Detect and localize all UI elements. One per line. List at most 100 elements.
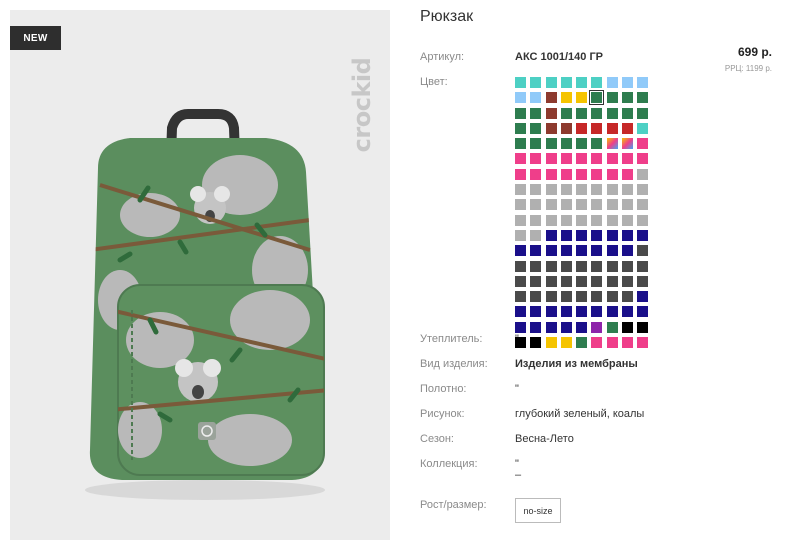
color-swatch[interactable]	[515, 214, 526, 226]
color-swatch[interactable]	[545, 153, 557, 165]
color-swatch[interactable]	[637, 337, 649, 349]
color-swatch[interactable]	[576, 214, 588, 226]
color-swatch[interactable]	[622, 337, 634, 349]
color-swatch[interactable]	[515, 122, 526, 134]
color-swatch[interactable]	[560, 275, 572, 287]
color-swatch[interactable]	[530, 260, 542, 272]
color-swatch[interactable]	[545, 214, 557, 226]
color-swatch[interactable]	[637, 214, 649, 226]
color-swatch[interactable]	[591, 184, 603, 196]
color-swatch[interactable]	[515, 321, 526, 333]
color-swatch[interactable]	[637, 199, 649, 211]
color-swatch[interactable]	[606, 168, 618, 180]
color-swatch[interactable]	[545, 321, 557, 333]
color-swatch[interactable]	[606, 184, 618, 196]
color-swatch[interactable]	[606, 122, 618, 134]
color-swatch[interactable]	[515, 184, 526, 196]
color-swatch[interactable]	[560, 291, 572, 303]
color-swatch[interactable]	[622, 138, 634, 150]
color-swatch[interactable]	[622, 184, 634, 196]
color-swatch[interactable]	[576, 92, 588, 104]
color-swatch[interactable]	[545, 260, 557, 272]
color-swatch[interactable]	[560, 138, 572, 150]
color-swatch[interactable]	[606, 107, 618, 119]
color-swatch[interactable]	[515, 275, 526, 287]
color-swatch[interactable]	[606, 153, 618, 165]
color-swatch[interactable]	[606, 92, 618, 104]
color-swatch[interactable]	[560, 199, 572, 211]
color-swatch[interactable]	[591, 214, 603, 226]
color-swatch[interactable]	[560, 229, 572, 241]
color-swatch[interactable]	[606, 291, 618, 303]
color-swatch[interactable]	[560, 214, 572, 226]
color-swatch[interactable]	[545, 107, 557, 119]
color-swatch[interactable]	[637, 229, 649, 241]
color-swatch[interactable]	[622, 306, 634, 318]
color-swatch[interactable]	[515, 77, 526, 88]
color-swatch[interactable]	[545, 337, 557, 349]
color-swatch[interactable]	[560, 321, 572, 333]
color-swatch[interactable]	[560, 260, 572, 272]
color-swatch[interactable]	[637, 321, 649, 333]
color-swatch[interactable]	[530, 229, 542, 241]
color-swatch[interactable]	[576, 229, 588, 241]
color-swatch[interactable]	[591, 107, 603, 119]
product-photo[interactable]: NEW crockid	[10, 10, 390, 540]
color-swatch[interactable]	[576, 138, 588, 150]
color-swatch[interactable]	[591, 337, 603, 349]
color-swatch[interactable]	[606, 199, 618, 211]
color-swatch[interactable]	[606, 321, 618, 333]
color-swatch[interactable]	[589, 90, 605, 106]
color-swatch[interactable]	[515, 153, 526, 165]
color-swatch[interactable]	[530, 184, 542, 196]
color-swatch[interactable]	[591, 168, 603, 180]
color-swatch[interactable]	[560, 306, 572, 318]
color-swatch[interactable]	[576, 153, 588, 165]
color-swatch[interactable]	[591, 321, 603, 333]
color-swatch[interactable]	[545, 92, 557, 104]
color-swatch[interactable]	[560, 168, 572, 180]
color-swatch[interactable]	[545, 275, 557, 287]
color-swatch[interactable]	[637, 122, 649, 134]
color-swatch[interactable]	[591, 138, 603, 150]
color-swatch[interactable]	[530, 107, 542, 119]
color-swatch[interactable]	[560, 153, 572, 165]
color-swatch[interactable]	[576, 184, 588, 196]
color-swatch[interactable]	[530, 138, 542, 150]
color-swatch[interactable]	[622, 321, 634, 333]
color-swatch[interactable]	[515, 138, 526, 150]
color-swatch[interactable]	[515, 245, 526, 257]
color-swatch[interactable]	[637, 306, 649, 318]
color-swatch[interactable]	[545, 168, 557, 180]
color-swatch[interactable]	[560, 107, 572, 119]
color-swatch[interactable]	[576, 260, 588, 272]
color-swatch[interactable]	[637, 184, 649, 196]
color-swatch[interactable]	[622, 214, 634, 226]
color-swatch[interactable]	[591, 229, 603, 241]
color-swatch[interactable]	[545, 291, 557, 303]
color-swatch[interactable]	[606, 138, 618, 150]
color-swatch[interactable]	[515, 229, 526, 241]
color-swatch[interactable]	[591, 199, 603, 211]
color-swatch[interactable]	[545, 199, 557, 211]
color-swatch[interactable]	[622, 77, 634, 88]
color-swatch[interactable]	[591, 306, 603, 318]
color-swatch[interactable]	[576, 122, 588, 134]
color-swatch[interactable]	[591, 291, 603, 303]
color-swatch[interactable]	[622, 153, 634, 165]
color-swatch[interactable]	[530, 321, 542, 333]
color-swatch[interactable]	[545, 245, 557, 257]
color-swatch[interactable]	[622, 229, 634, 241]
color-swatch[interactable]	[591, 153, 603, 165]
color-swatch[interactable]	[622, 168, 634, 180]
color-swatch[interactable]	[545, 184, 557, 196]
color-swatch[interactable]	[530, 168, 542, 180]
color-swatch[interactable]	[637, 153, 649, 165]
color-swatch[interactable]	[591, 245, 603, 257]
color-swatch[interactable]	[576, 199, 588, 211]
color-swatch[interactable]	[622, 199, 634, 211]
color-swatch[interactable]	[606, 260, 618, 272]
color-swatch[interactable]	[530, 291, 542, 303]
color-swatch[interactable]	[591, 260, 603, 272]
color-swatch[interactable]	[560, 77, 572, 88]
